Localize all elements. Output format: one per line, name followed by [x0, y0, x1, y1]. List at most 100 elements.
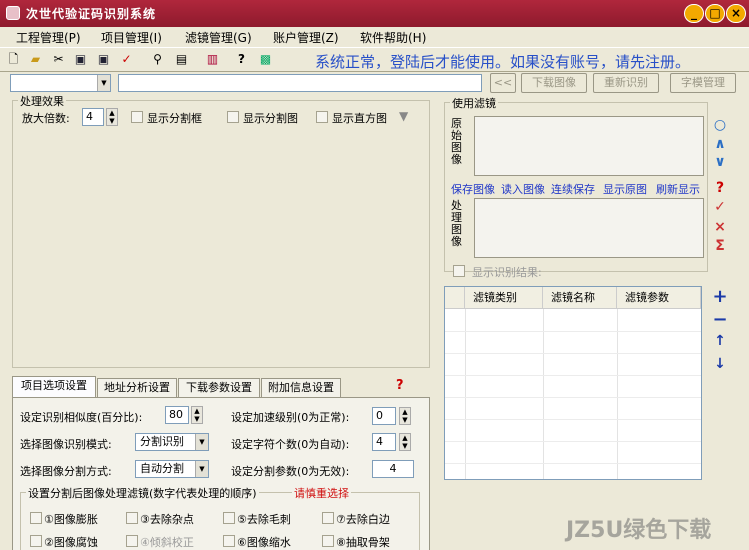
title-bar: 次世代验证码识别系统 _ □ × [0, 0, 749, 27]
help-question-icon[interactable]: ? [712, 180, 728, 196]
zoom-stepper[interactable]: ▲ ▼ [106, 108, 118, 126]
denoise-label: ③去除杂点 [140, 513, 194, 526]
sum-icon[interactable]: Σ [712, 238, 728, 254]
chevron-down-icon: ▼ [195, 461, 208, 477]
remove-filter-icon[interactable]: − [712, 309, 728, 330]
tab-download-params[interactable]: 下载参数设置 [178, 378, 260, 398]
denoise-checkbox[interactable] [126, 512, 138, 524]
open-folder-icon[interactable]: ▰ [28, 52, 43, 67]
cut-icon[interactable]: ✂ [51, 52, 66, 67]
tab-extra-info[interactable]: 附加信息设置 [261, 378, 341, 398]
menu-project-manage[interactable]: 工程管理(P) [16, 29, 81, 46]
delete-icon[interactable]: × [712, 219, 728, 235]
char-count-stepper[interactable]: ▲ ▼ [399, 433, 411, 451]
zoom-input[interactable]: 4 [82, 108, 104, 126]
grid-line [617, 309, 618, 479]
menu-item-manage[interactable]: 项目管理(I) [101, 29, 162, 46]
save-image-link[interactable]: 保存图像 [451, 181, 495, 197]
similarity-stepper[interactable]: ▲ ▼ [191, 406, 203, 424]
tab-project-options[interactable]: 项目选项设置 [12, 376, 96, 398]
scan-icon[interactable]: ▤ [174, 52, 189, 67]
speed-input[interactable]: 0 [372, 407, 396, 425]
move-up-chevron-icon[interactable]: ∧ [712, 136, 728, 152]
similarity-input[interactable]: 80 [165, 406, 189, 424]
menu-account-manage[interactable]: 账户管理(Z) [273, 29, 339, 46]
save-icon[interactable]: ▣ [73, 52, 88, 67]
toolbar: 🗋 ▰ ✂ ▣ ▣ ✓ ⚲ ▤ ▥ ? ▩ 系统正常，登陆后才能使用。如果没有账… [0, 47, 749, 72]
download-image-button[interactable]: 下载图像 [521, 73, 587, 93]
table-corner [445, 287, 465, 309]
column-header-filter-category[interactable]: 滤镜类别 [465, 287, 543, 309]
library-icon[interactable]: ▥ [205, 52, 220, 67]
speed-stepper[interactable]: ▲ ▼ [399, 407, 411, 425]
menu-filter-manage[interactable]: 滤镜管理(G) [185, 29, 252, 46]
reidentify-button[interactable]: 重新识别 [593, 73, 659, 93]
add-filter-icon[interactable]: + [712, 286, 728, 307]
screen-icon[interactable]: ▩ [258, 52, 273, 67]
continuous-save-link[interactable]: 连续保存 [551, 181, 595, 197]
deskew-checkbox[interactable] [126, 535, 138, 547]
collapse-triangle-icon[interactable]: ▼ [399, 109, 408, 123]
post-split-filter-label: 设置分割后图像处理滤镜(数字代表处理的顺序) [26, 485, 259, 501]
check-icon[interactable]: ✓ [119, 52, 134, 67]
load-image-link[interactable]: 读入图像 [501, 181, 545, 197]
recognition-mode-label: 选择图像识别模式: [20, 438, 112, 451]
original-image-label: 原始图像 [451, 117, 462, 166]
show-original-link[interactable]: 显示原图 [603, 181, 647, 197]
char-count-input[interactable]: 4 [372, 433, 396, 451]
find-icon[interactable]: ⚲ [150, 52, 165, 67]
save-as-icon[interactable]: ▣ [96, 52, 111, 67]
reselect-warning: 请慎重选择 [292, 485, 351, 501]
minimize-button[interactable]: _ [684, 4, 704, 23]
app-icon [6, 6, 20, 20]
back-button[interactable]: << [490, 73, 516, 93]
project-combo[interactable]: ▼ [10, 74, 111, 92]
help-cursor-icon[interactable]: ? [234, 52, 249, 67]
filter-table[interactable]: 滤镜类别 滤镜名称 滤镜参数 [444, 286, 702, 480]
ring-icon[interactable]: ○ [712, 117, 728, 133]
original-image-box [474, 116, 704, 176]
deburr-checkbox[interactable] [223, 512, 235, 524]
grid-line [465, 309, 466, 479]
recognition-mode-select[interactable]: 分割识别 ▼ [135, 433, 209, 451]
dilate-checkbox[interactable] [30, 512, 42, 524]
maximize-button[interactable]: □ [705, 4, 725, 23]
new-file-icon[interactable]: 🗋 [6, 52, 21, 67]
confirm-icon[interactable]: ✓ [712, 199, 728, 215]
erode-checkbox[interactable] [30, 535, 42, 547]
column-header-filter-name[interactable]: 滤镜名称 [543, 287, 617, 309]
show-split-box-checkbox[interactable] [131, 111, 143, 123]
erode-label: ②图像腐蚀 [44, 536, 98, 549]
shrink-checkbox[interactable] [223, 535, 235, 547]
menu-help[interactable]: 软件帮助(H) [360, 29, 426, 46]
deburr-label: ⑤去除毛刺 [237, 513, 291, 526]
show-histogram-checkbox[interactable] [316, 111, 328, 123]
show-result-checkbox[interactable] [453, 265, 465, 277]
grid-line [445, 463, 701, 464]
similarity-label: 设定识别相似度(百分比): [20, 411, 143, 424]
deskew-label: ④倾斜校正 [140, 536, 194, 549]
move-down-chevron-icon[interactable]: ∨ [712, 154, 728, 170]
refresh-display-link[interactable]: 刷新显示 [656, 181, 700, 197]
skeleton-checkbox[interactable] [322, 535, 334, 547]
grid-line [445, 353, 701, 354]
menu-bar: 工程管理(P) 项目管理(I) 滤镜管理(G) 账户管理(Z) 软件帮助(H) [0, 27, 749, 47]
font-manage-button[interactable]: 字模管理 [670, 73, 736, 93]
move-up-arrow-icon[interactable]: ↑ [712, 333, 728, 349]
remove-white-edge-label: ⑦去除白边 [336, 513, 390, 526]
show-split-image-checkbox[interactable] [227, 111, 239, 123]
url-input[interactable] [118, 74, 482, 92]
tab-help-icon[interactable]: ? [396, 378, 404, 393]
grid-line [543, 309, 544, 479]
grid-line [445, 419, 701, 420]
status-message: 系统正常，登陆后才能使用。如果没有账号，请先注册。 [315, 53, 691, 71]
split-param-input[interactable]: 4 [372, 460, 414, 478]
remove-white-edge-checkbox[interactable] [322, 512, 334, 524]
speed-label: 设定加速级别(0为正常): [231, 411, 350, 424]
split-method-select[interactable]: 自动分割 ▼ [135, 460, 209, 478]
tab-address-analysis[interactable]: 地址分析设置 [97, 378, 177, 398]
column-header-filter-params[interactable]: 滤镜参数 [617, 287, 701, 309]
move-down-arrow-icon[interactable]: ↓ [712, 356, 728, 372]
close-button[interactable]: × [726, 4, 746, 23]
grid-line [445, 397, 701, 398]
